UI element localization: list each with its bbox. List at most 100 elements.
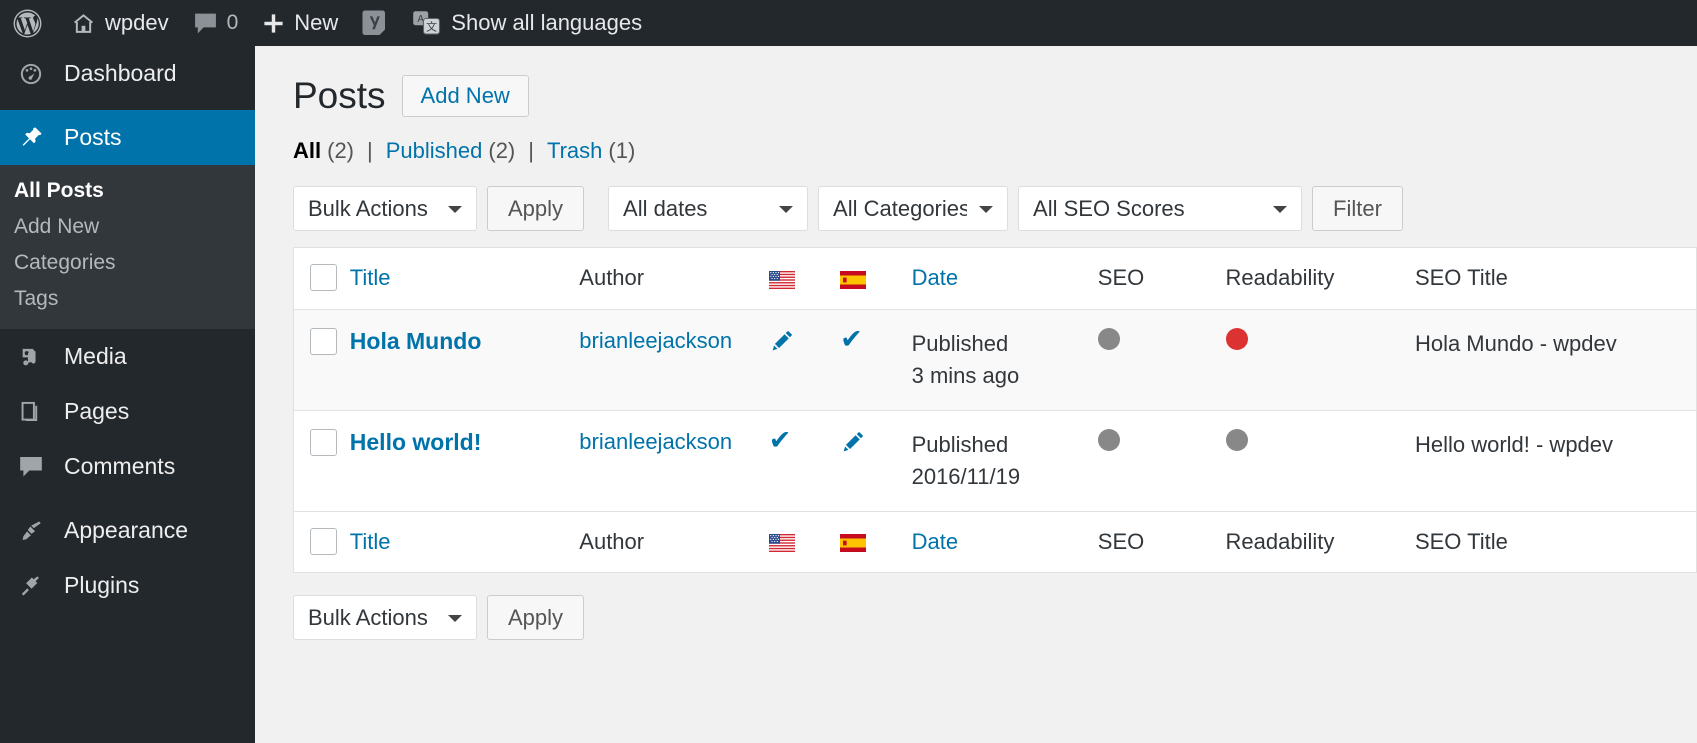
row-date-value: 2016/11/19 — [911, 463, 1021, 489]
new-content-menu[interactable]: New — [250, 0, 350, 46]
sidebar-subitem-tags[interactable]: Tags — [0, 281, 255, 317]
new-label: New — [294, 10, 339, 35]
add-new-button[interactable]: Add New — [401, 75, 529, 118]
view-published-link[interactable]: Published — [386, 138, 483, 164]
sidebar-item-pages[interactable]: Pages — [0, 384, 255, 439]
pin-icon — [14, 125, 48, 151]
spain-flag-icon — [840, 533, 867, 552]
comments-menu[interactable]: 0 — [181, 0, 251, 46]
sidebar-subitem-all-posts[interactable]: All Posts — [0, 173, 255, 209]
filter-button[interactable]: Filter — [1312, 186, 1403, 232]
main-content: Posts Add New All (2) | Published (2) | … — [255, 46, 1697, 743]
select-all-header — [294, 248, 350, 310]
row-select-cell — [294, 309, 350, 410]
bulk-actions-wrap-bottom: Bulk Actions — [293, 595, 477, 641]
sidebar-item-label: Media — [64, 343, 127, 369]
view-published-count: (2) — [488, 138, 516, 164]
view-trash-link[interactable]: Trash — [547, 138, 602, 164]
apply-button-top[interactable]: Apply — [487, 186, 585, 232]
readability-score-dot[interactable] — [1225, 428, 1248, 451]
post-title-link[interactable]: Hola Mundo — [350, 328, 482, 354]
select-all-checkbox-bottom[interactable] — [310, 527, 337, 555]
pencil-icon[interactable] — [840, 429, 866, 455]
check-icon[interactable]: ✔ — [840, 324, 863, 354]
sidebar-item-label: Dashboard — [64, 60, 177, 86]
row-checkbox[interactable] — [310, 327, 337, 355]
seo-scores-filter-select[interactable]: All SEO Scores — [1018, 186, 1303, 232]
row-date-status: Published — [911, 431, 1009, 457]
plus-icon — [262, 12, 285, 35]
column-header-author: Author — [579, 265, 645, 291]
view-separator: | — [528, 138, 534, 164]
select-all-footer — [294, 511, 350, 573]
sidebar-item-label: Posts — [64, 124, 122, 150]
sidebar-item-comments[interactable]: Comments — [0, 439, 255, 494]
post-author-link[interactable]: brianleejackson — [579, 328, 732, 353]
us-flag-icon — [768, 270, 795, 289]
sidebar-item-plugins[interactable]: Plugins — [0, 558, 255, 613]
sidebar-subitem-categories[interactable]: Categories — [0, 245, 255, 281]
view-all-count: (2) — [327, 138, 355, 164]
column-footer-lang-es — [840, 511, 911, 573]
sidebar-item-label: Pages — [64, 398, 130, 424]
row-seo-title-cell: Hola Mundo - wpdev — [1414, 330, 1617, 356]
readability-score-dot[interactable] — [1225, 327, 1248, 350]
sort-title-link[interactable]: Title — [350, 265, 391, 290]
dates-filter-select[interactable]: All dates — [608, 186, 809, 232]
column-header-readability: Readability — [1225, 265, 1335, 291]
column-header-lang-es — [840, 248, 911, 310]
spain-flag-icon — [840, 270, 867, 289]
row-author-cell: brianleejackson — [579, 309, 768, 410]
comments-count: 0 — [226, 11, 239, 34]
column-header-seo-title: SEO Title — [1414, 265, 1508, 291]
bulk-actions-select-bottom[interactable]: Bulk Actions — [293, 595, 477, 641]
bulk-actions-select[interactable]: Bulk Actions — [293, 186, 477, 232]
sort-date-link-bottom[interactable]: Date — [912, 529, 958, 554]
column-header-title: Title — [350, 248, 580, 310]
table-footer-row: Title Author Date SEO Readability SEO Ti… — [293, 511, 1697, 573]
row-readability-cell — [1225, 309, 1415, 410]
sidebar-item-posts[interactable]: Posts — [0, 110, 255, 165]
wordpress-logo-icon — [12, 8, 43, 39]
wordpress-logo-button[interactable] — [0, 0, 59, 46]
view-all-link[interactable]: All — [293, 138, 321, 164]
table-row: Hello world! brianleejackson ✔ Published… — [293, 410, 1697, 512]
seo-scores-filter-wrap: All SEO Scores — [1018, 186, 1303, 232]
column-footer-seo: SEO — [1097, 528, 1145, 554]
site-name-menu[interactable]: wpdev — [59, 0, 181, 46]
check-icon[interactable]: ✔ — [769, 425, 792, 455]
sidebar-item-media[interactable]: Media — [0, 329, 255, 384]
column-header-seo: SEO — [1097, 265, 1145, 291]
post-author-link[interactable]: brianleejackson — [579, 429, 732, 454]
posts-table-head: Title Author Date SEO Readability SEO Ti… — [293, 248, 1697, 310]
row-select-cell — [294, 410, 350, 511]
apply-button-bottom[interactable]: Apply — [487, 595, 585, 641]
svg-text:文: 文 — [426, 19, 437, 33]
column-footer-date: Date — [912, 511, 1098, 573]
languages-menu[interactable]: A 文 Show all languages — [400, 0, 654, 46]
plug-icon — [14, 573, 48, 599]
languages-label: Show all languages — [451, 10, 643, 35]
home-icon — [71, 11, 96, 36]
posts-table: Title Author Date SEO Readability SEO Ti… — [293, 247, 1697, 574]
site-name-label: wpdev — [105, 10, 169, 35]
seo-score-dot[interactable] — [1097, 428, 1120, 451]
sidebar-subitem-add-new[interactable]: Add New — [0, 209, 255, 245]
sort-date-link[interactable]: Date — [912, 265, 958, 290]
sidebar-item-appearance[interactable]: Appearance — [0, 503, 255, 558]
pencil-icon[interactable] — [769, 328, 795, 354]
row-checkbox[interactable] — [310, 428, 337, 456]
column-footer-lang-en — [768, 511, 840, 573]
yoast-seo-menu[interactable] — [350, 0, 400, 46]
bulk-actions-wrap: Bulk Actions — [293, 186, 477, 232]
select-all-checkbox[interactable] — [310, 264, 337, 292]
post-title-link[interactable]: Hello world! — [350, 429, 482, 455]
media-icon — [14, 344, 48, 370]
categories-filter-select[interactable]: All Categories — [818, 186, 1009, 232]
row-seo-cell — [1097, 410, 1226, 511]
sidebar-item-dashboard[interactable]: Dashboard — [0, 46, 255, 101]
seo-score-dot[interactable] — [1097, 327, 1120, 350]
sort-title-link-bottom[interactable]: Title — [350, 529, 391, 554]
column-header-lang-en — [768, 248, 840, 310]
tablenav-bottom: Bulk Actions Apply — [255, 573, 1697, 641]
